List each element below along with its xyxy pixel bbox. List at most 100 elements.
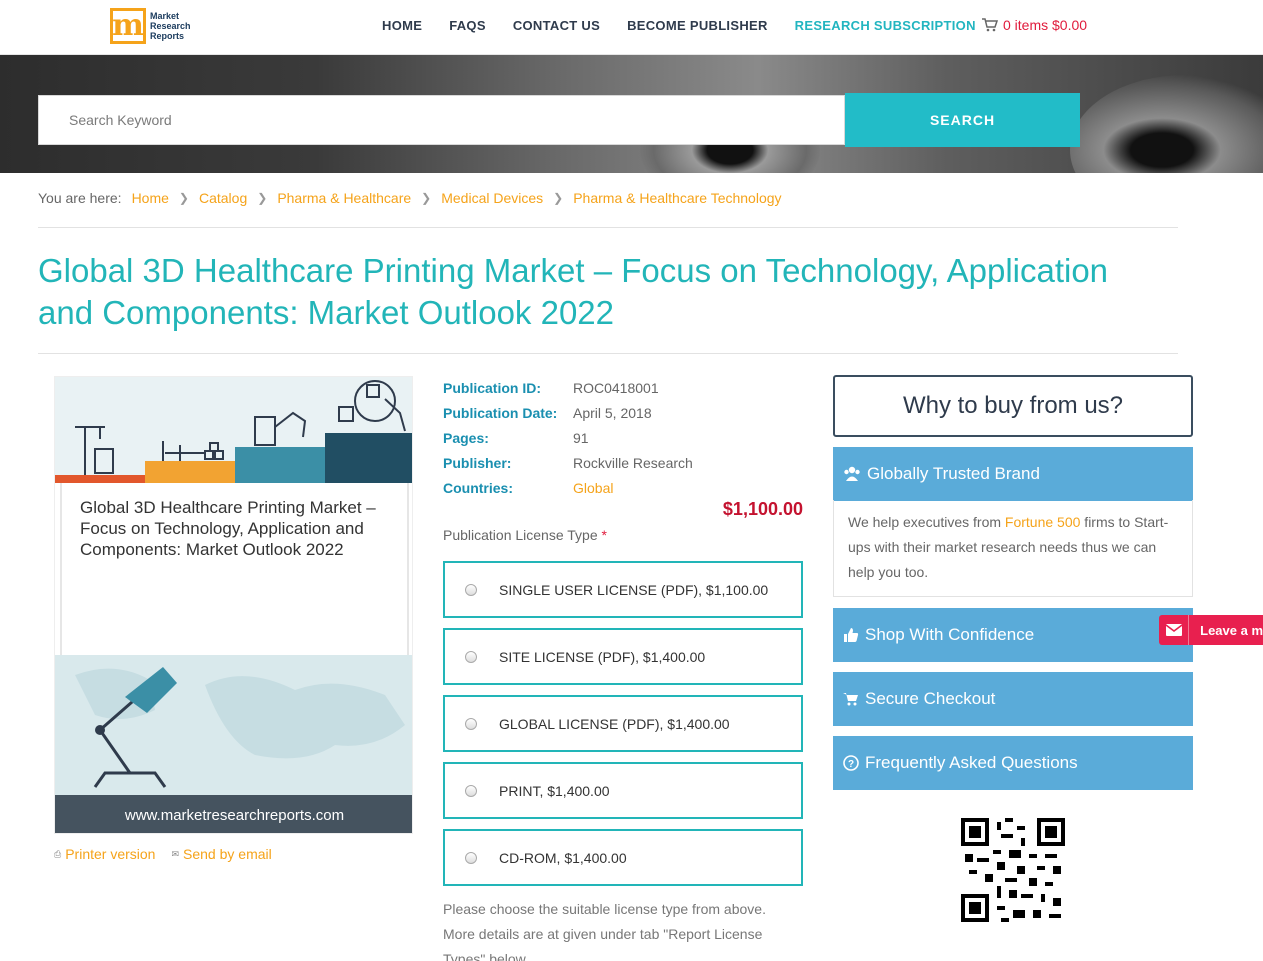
breadcrumb-label: You are here: (38, 190, 122, 206)
trusted-brand-description: We help executives from Fortune 500 firm… (833, 500, 1193, 597)
detail-value: ROC0418001 (573, 380, 659, 396)
divider (38, 353, 1178, 354)
send-by-email-label: Send by email (183, 846, 272, 862)
license-type-label: Publication License Type * (443, 527, 607, 543)
license-option-label: SINGLE USER LICENSE (PDF), $1,100.00 (499, 581, 769, 598)
printer-version-link[interactable]: ⎙ Printer version (54, 846, 155, 862)
page-title: Global 3D Healthcare Printing Market – F… (38, 252, 1109, 331)
thumbs-up-icon (843, 627, 859, 643)
divider (38, 227, 1178, 228)
country-link[interactable]: Global (573, 476, 613, 501)
required-mark: * (601, 527, 607, 543)
license-option-cd-rom[interactable]: CD-ROM, $1,400.00 (443, 829, 803, 886)
detail-value: April 5, 2018 (573, 405, 652, 421)
cover-title: Global 3D Healthcare Printing Market – F… (60, 483, 409, 655)
secure-checkout-box[interactable]: Secure Checkout (833, 672, 1193, 726)
detail-key: Publication ID: (443, 380, 541, 396)
cat-eye-right-image (1070, 75, 1263, 173)
printer-icon: ⎙ (54, 848, 62, 859)
cart-icon (982, 18, 998, 32)
envelope-icon (1159, 615, 1190, 645)
chevron-right-icon: ❯ (257, 191, 268, 205)
license-option-label: GLOBAL LICENSE (PDF), $1,400.00 (499, 715, 730, 732)
license-option-label: PRINT, $1,400.00 (499, 782, 610, 799)
license-option-label: CD-ROM, $1,400.00 (499, 849, 627, 866)
faq-label: Frequently Asked Questions (865, 753, 1078, 772)
detail-row-publisher: Publisher: Rockville Research (443, 451, 693, 476)
chevron-right-icon: ❯ (421, 191, 432, 205)
trusted-text: We help executives from (848, 514, 1005, 530)
breadcrumb-catalog[interactable]: Catalog (199, 190, 247, 206)
breadcrumb-pharma-healthcare[interactable]: Pharma & Healthcare (277, 190, 411, 206)
detail-key: Countries: (443, 480, 513, 496)
breadcrumb-pharma-healthcare-technology[interactable]: Pharma & Healthcare Technology (573, 190, 781, 206)
fortune-500-highlight: Fortune 500 (1004, 514, 1081, 530)
cart-link[interactable]: 0 items $0.00 (982, 17, 1087, 33)
qr-code-image (961, 818, 1065, 922)
license-note: Please choose the suitable license type … (443, 901, 766, 961)
main-nav: HOME FAQS CONTACT US BECOME PUBLISHER RE… (382, 18, 1003, 33)
radio-button[interactable] (465, 650, 477, 663)
nav-research-subscription[interactable]: RESEARCH SUBSCRIPTION (795, 18, 976, 33)
license-option-global[interactable]: GLOBAL LICENSE (PDF), $1,400.00 (443, 695, 803, 752)
share-links: ⎙ Printer version ✉ Send by email (54, 846, 288, 862)
why-buy-heading: Why to buy from us? (833, 375, 1193, 437)
detail-key: Publisher: (443, 455, 512, 471)
report-cover-image: Global 3D Healthcare Printing Market – F… (54, 376, 413, 834)
globally-trusted-brand-label: Globally Trusted Brand (867, 464, 1040, 483)
radio-button[interactable] (465, 717, 477, 730)
cover-illustration (55, 377, 412, 483)
chevron-right-icon: ❯ (178, 191, 189, 205)
nav-faqs[interactable]: FAQS (449, 18, 486, 33)
breadcrumb-medical-devices[interactable]: Medical Devices (441, 190, 543, 206)
publication-details: Publication ID: ROC0418001 Publication D… (443, 376, 693, 501)
shop-with-confidence-box[interactable]: Shop With Confidence (833, 608, 1193, 662)
license-option-single-user[interactable]: SINGLE USER LICENSE (PDF), $1,100.00 (443, 561, 803, 618)
nav-become-publisher[interactable]: BECOME PUBLISHER (627, 18, 768, 33)
radio-button[interactable] (465, 851, 477, 864)
svg-text:?: ? (848, 759, 854, 770)
nav-home[interactable]: HOME (382, 18, 422, 33)
license-option-label: SITE LICENSE (PDF), $1,400.00 (499, 648, 706, 665)
detail-row-countries: Countries: Global (443, 476, 693, 501)
radio-button[interactable] (465, 784, 477, 797)
secure-checkout-label: Secure Checkout (865, 689, 996, 708)
detail-value: 91 (573, 430, 589, 446)
license-option-print[interactable]: PRINT, $1,400.00 (443, 762, 803, 819)
site-logo[interactable]: m Market Research Reports (110, 8, 191, 44)
users-icon (843, 466, 861, 482)
detail-key: Pages: (443, 430, 489, 446)
detail-value: Rockville Research (573, 455, 693, 471)
license-option-site[interactable]: SITE LICENSE (PDF), $1,400.00 (443, 628, 803, 685)
hero-banner: Search Keyword SEARCH (0, 55, 1263, 173)
price: $1,100.00 (722, 499, 803, 519)
faq-box[interactable]: ? Frequently Asked Questions (833, 736, 1193, 790)
shop-with-confidence-label: Shop With Confidence (865, 625, 1035, 644)
send-by-email-link[interactable]: ✉ Send by email (171, 846, 271, 862)
radio-button[interactable] (465, 583, 477, 596)
desk-lamp-icon (75, 667, 405, 788)
breadcrumb-home[interactable]: Home (132, 190, 169, 206)
logo-text: Market Research Reports (150, 11, 191, 41)
leave-message-button[interactable]: Leave a m (1159, 615, 1263, 645)
globally-trusted-brand-box[interactable]: Globally Trusted Brand (833, 447, 1193, 501)
detail-row-publication-date: Publication Date: April 5, 2018 (443, 401, 693, 426)
cart-summary: 0 items $0.00 (1003, 17, 1088, 33)
breadcrumb: You are here: Home ❯ Catalog ❯ Pharma & … (38, 190, 782, 206)
email-icon: ✉ (171, 848, 180, 859)
logo-mark-icon: m (110, 8, 146, 44)
detail-row-pages: Pages: 91 (443, 426, 693, 451)
question-circle-icon: ? (843, 755, 859, 771)
cart-icon (843, 692, 859, 706)
detail-row-publication-id: Publication ID: ROC0418001 (443, 376, 693, 401)
site-header: m Market Research Reports HOME FAQS CONT… (0, 0, 1263, 55)
cover-url: www.marketresearchreports.com (55, 795, 412, 833)
search-button[interactable]: SEARCH (845, 93, 1080, 147)
leave-message-label: Leave a m (1200, 622, 1263, 638)
search-input[interactable]: Search Keyword (38, 95, 845, 145)
license-type-label-text: Publication License Type (443, 527, 598, 543)
chevron-right-icon: ❯ (553, 191, 564, 205)
detail-key: Publication Date: (443, 405, 558, 421)
nav-contact-us[interactable]: CONTACT US (513, 18, 600, 33)
industry-illustration-icon (55, 380, 412, 483)
